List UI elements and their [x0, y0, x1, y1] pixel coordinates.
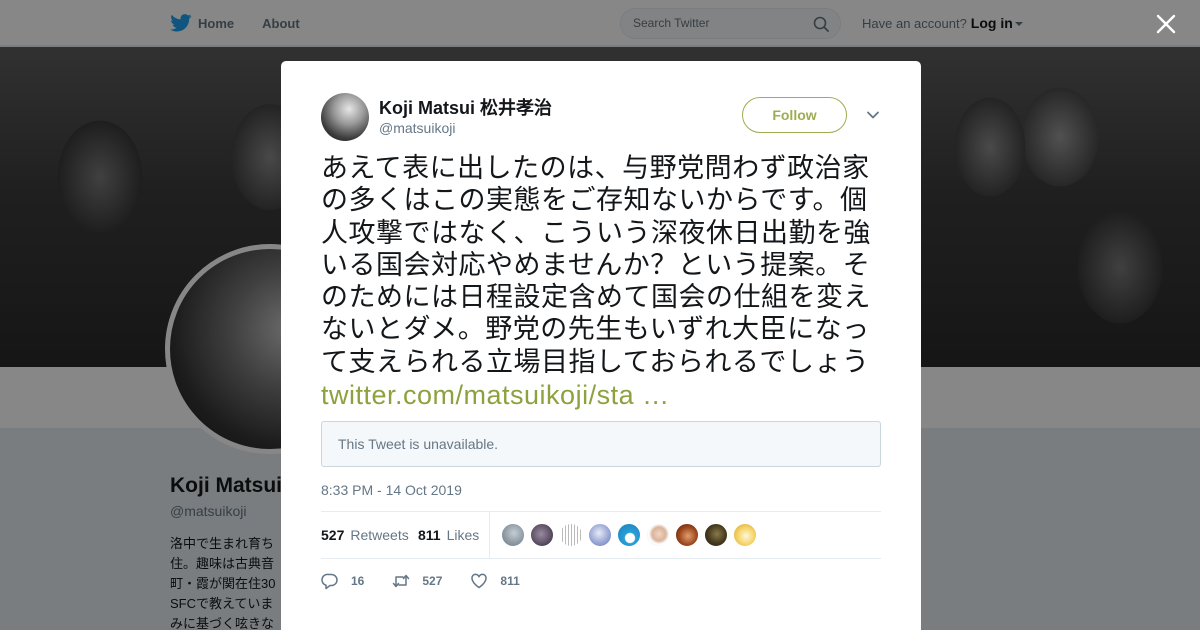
- author-avatar[interactable]: [321, 93, 369, 141]
- liker-avatar[interactable]: [588, 523, 612, 547]
- chevron-down-icon[interactable]: [866, 108, 880, 122]
- retweet-icon[interactable]: [392, 572, 410, 590]
- liker-avatar[interactable]: [733, 523, 757, 547]
- likes-label: Likes: [446, 527, 480, 543]
- reply-icon[interactable]: [321, 572, 339, 590]
- retweets-count: 527: [321, 527, 345, 543]
- like-count: 811: [500, 574, 520, 588]
- likes-count: 811: [418, 527, 441, 543]
- liker-avatar[interactable]: [530, 523, 554, 547]
- author-name[interactable]: Koji Matsui 松井孝治: [379, 94, 552, 120]
- unavailable-text: This Tweet is unavailable.: [338, 436, 499, 452]
- tweet-link[interactable]: twitter.com/matsuikoji/sta …: [321, 380, 670, 410]
- liker-avatar[interactable]: [501, 523, 525, 547]
- heart-icon[interactable]: [470, 572, 488, 590]
- close-icon[interactable]: [1155, 13, 1177, 35]
- retweet-count: 527: [422, 574, 443, 588]
- likes-stat[interactable]: 811 Likes: [418, 512, 479, 558]
- author-handle[interactable]: @matsuikoji: [379, 120, 455, 136]
- liker-avatar[interactable]: [617, 523, 641, 547]
- retweet-action[interactable]: 527: [392, 572, 442, 590]
- follow-button[interactable]: Follow: [742, 97, 847, 133]
- retweets-stat[interactable]: 527 Retweets: [321, 512, 409, 558]
- retweets-label: Retweets: [350, 527, 409, 543]
- liker-avatar[interactable]: [704, 523, 728, 547]
- tweet-text: あえて表に出したのは、与野党問わず政治家の多くはこの実態をご存知ないからです。個…: [321, 153, 883, 412]
- stats-divider: [489, 512, 490, 558]
- tweet-timestamp[interactable]: 8:33 PM - 14 Oct 2019: [321, 482, 462, 498]
- liker-avatar[interactable]: [646, 523, 670, 547]
- tweet-actions: 16 527 811: [321, 571, 548, 591]
- liker-avatar[interactable]: [675, 523, 699, 547]
- tweet-stats: 527 Retweets 811 Likes: [321, 511, 881, 559]
- like-action[interactable]: 811: [470, 572, 520, 590]
- tweet-body: あえて表に出したのは、与野党問わず政治家の多くはこの実態をご存知ないからです。個…: [321, 153, 871, 378]
- tweet-modal: Koji Matsui 松井孝治 @matsuikoji Follow あえて表…: [281, 61, 921, 630]
- liker-avatars: [501, 523, 762, 547]
- quoted-tweet-unavailable: This Tweet is unavailable.: [321, 421, 881, 467]
- reply-count: 16: [351, 574, 365, 588]
- liker-avatar[interactable]: [559, 523, 583, 547]
- reply-action[interactable]: 16: [321, 572, 364, 590]
